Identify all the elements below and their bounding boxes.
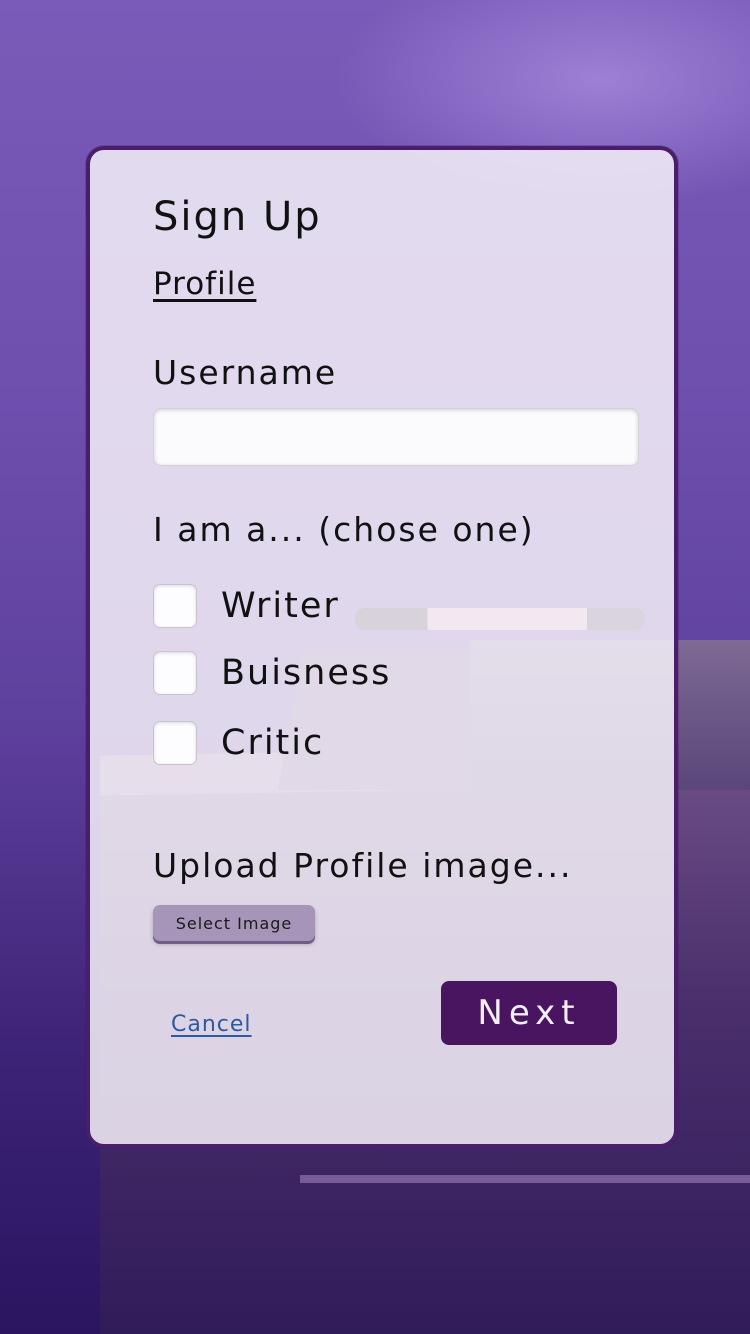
- writer-checkbox[interactable]: [153, 584, 197, 628]
- next-button[interactable]: Next: [441, 981, 617, 1045]
- business-label: Buisness: [221, 653, 392, 693]
- username-label: Username: [153, 353, 338, 392]
- writer-label: Writer: [221, 586, 340, 626]
- page-title: Sign Up: [153, 194, 322, 240]
- business-checkbox[interactable]: [153, 651, 197, 695]
- username-input[interactable]: [153, 408, 639, 466]
- role-option-critic[interactable]: Critic: [153, 719, 324, 767]
- critic-checkbox[interactable]: [153, 721, 197, 765]
- role-option-business[interactable]: Buisness: [153, 649, 391, 697]
- role-option-writer[interactable]: Writer: [153, 582, 340, 630]
- critic-label: Critic: [221, 723, 325, 763]
- profile-section-link[interactable]: Profile: [153, 266, 256, 302]
- role-prompt-label: I am a... (chose one): [153, 510, 535, 549]
- background-shelf: [300, 1175, 750, 1183]
- upload-image-label: Upload Profile image...: [153, 846, 573, 885]
- select-image-button[interactable]: Select Image: [153, 905, 315, 941]
- cancel-link[interactable]: Cancel: [171, 1012, 252, 1037]
- signup-card: Sign Up Profile Username I am a... (chos…: [86, 146, 678, 1148]
- signup-screen: Sign Up Profile Username I am a... (chos…: [0, 0, 750, 1334]
